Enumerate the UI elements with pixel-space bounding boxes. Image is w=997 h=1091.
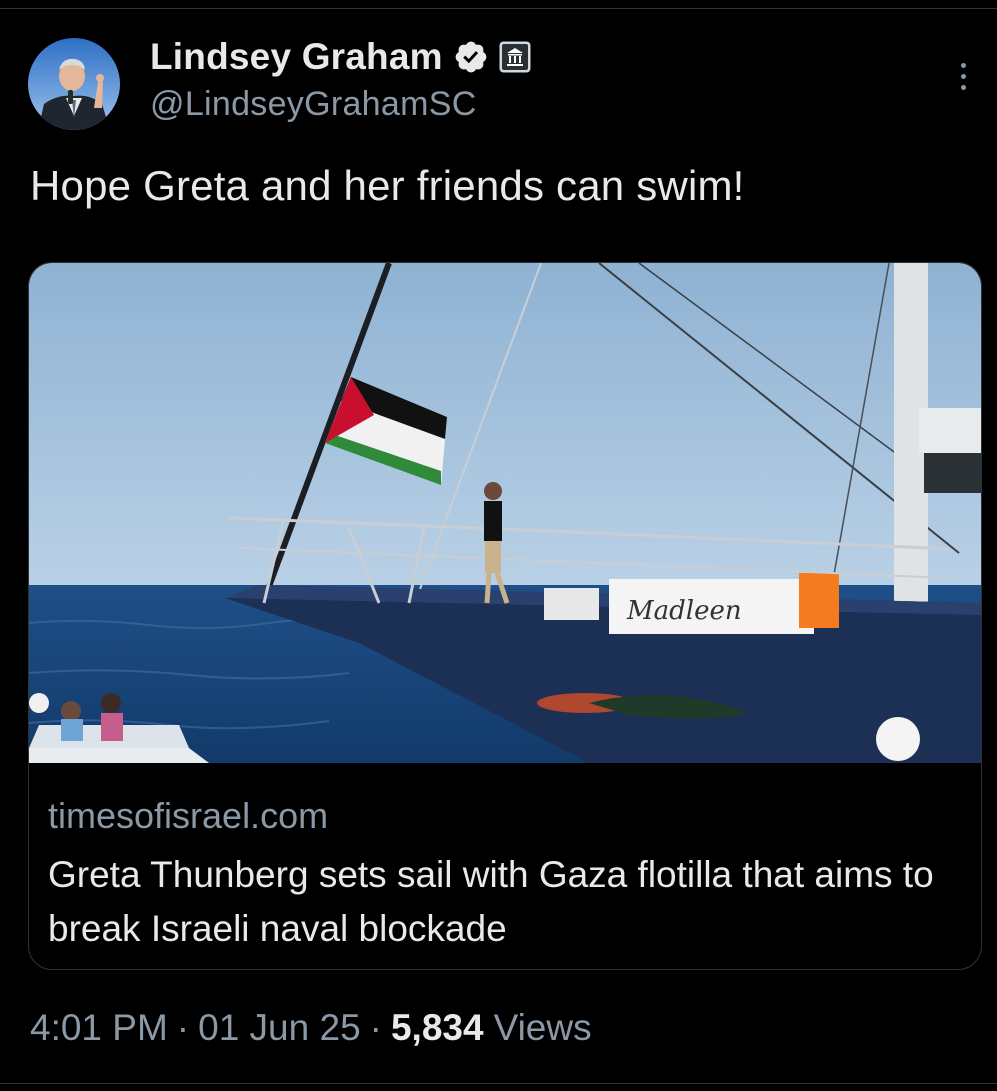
bottom-divider bbox=[0, 1083, 997, 1084]
more-dot bbox=[960, 73, 966, 79]
top-divider bbox=[0, 8, 997, 9]
tweet-meta: 4:01 PM · 01 Jun 25 · 5,834 Views bbox=[30, 1007, 592, 1049]
tweet-date[interactable]: 01 Jun 25 bbox=[198, 1007, 361, 1049]
meta-separator: · bbox=[176, 1007, 190, 1048]
verified-badge-icon[interactable] bbox=[453, 39, 489, 75]
author-row: Lindsey Graham bbox=[150, 34, 531, 80]
author-handle[interactable]: @LindseyGrahamSC bbox=[150, 85, 477, 124]
meta-separator: · bbox=[369, 1007, 382, 1048]
boat-name-label: Madleen bbox=[626, 596, 742, 626]
card-image[interactable]: Madleen bbox=[29, 263, 981, 763]
more-options-icon[interactable] bbox=[948, 56, 978, 96]
author-display-name[interactable]: Lindsey Graham bbox=[150, 36, 443, 78]
more-dot bbox=[960, 62, 966, 68]
tweet-text: Hope Greta and her friends can swim! bbox=[30, 162, 745, 209]
tweet-time[interactable]: 4:01 PM bbox=[30, 1007, 168, 1049]
views-count[interactable]: 5,834 bbox=[391, 1007, 484, 1049]
card-domain: timesofisrael.com bbox=[48, 795, 329, 836]
more-dot bbox=[960, 84, 966, 90]
avatar[interactable] bbox=[28, 38, 120, 130]
link-preview-card[interactable]: Madleen timesofisrael.com Greta Thunberg… bbox=[28, 262, 982, 970]
card-title: Greta Thunberg sets sail with Gaza floti… bbox=[48, 854, 934, 949]
views-label[interactable]: Views bbox=[494, 1007, 592, 1049]
government-building-icon[interactable] bbox=[499, 41, 531, 73]
